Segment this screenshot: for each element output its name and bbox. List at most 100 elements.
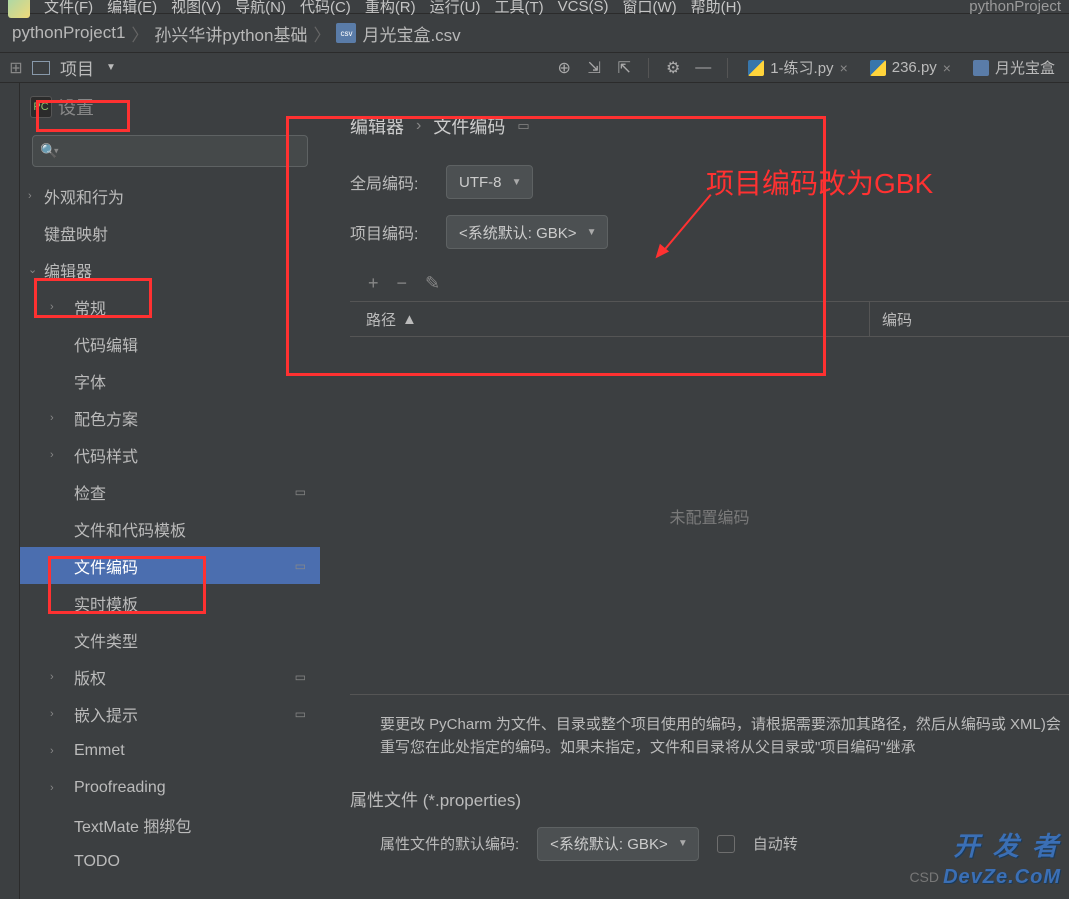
tree-item-label: 文件类型	[74, 628, 138, 652]
editor-tab[interactable]: 月光宝盒	[965, 53, 1063, 82]
menu-file[interactable]: 文件(F)	[44, 0, 93, 17]
chevron-icon: ›	[50, 412, 54, 424]
tree-item-label: 文件和代码模板	[74, 517, 186, 541]
chevron-down-icon: ▼	[512, 177, 522, 188]
project-toolbar: ⊞ 项目 ▼ ⊕ ⇲ ⇱ ⚙ — 1-练习.py × 236.py × 月光宝盒	[0, 53, 1069, 83]
breadcrumb-item[interactable]: 月光宝盒.csv	[362, 21, 460, 46]
settings-tree-item[interactable]: ›Proofreading	[20, 769, 320, 806]
auto-convert-checkbox[interactable]	[717, 835, 735, 853]
tree-item-label: 实时模板	[74, 591, 138, 615]
global-encoding-select[interactable]: UTF-8 ▼	[446, 165, 533, 199]
props-encoding-label: 属性文件的默认编码:	[380, 833, 519, 854]
minimize-icon[interactable]: —	[691, 56, 715, 80]
menu-tools[interactable]: 工具(T)	[494, 0, 543, 17]
tab-label: 1-练习.py	[770, 57, 833, 78]
tree-item-label: 版权	[74, 665, 106, 689]
tab-label: 236.py	[892, 59, 937, 76]
settings-tree-item[interactable]: ›版权▭	[20, 658, 320, 695]
project-selector[interactable]: 项目	[60, 55, 94, 80]
menu-vcs[interactable]: VCS(S)	[558, 0, 609, 15]
project-icon	[32, 61, 50, 75]
menu-code[interactable]: 代码(C)	[300, 0, 351, 17]
python-file-icon	[748, 60, 764, 76]
scope-badge-icon: ▭	[517, 118, 529, 134]
menu-nav[interactable]: 导航(N)	[235, 0, 286, 17]
tree-item-label: Emmet	[74, 742, 125, 760]
chevron-right-icon: ›	[416, 117, 421, 135]
settings-content: 编辑器 › 文件编码 ▭ 全局编码: UTF-8 ▼ 项目编码: <系统默认: …	[320, 83, 1069, 899]
settings-tree-item[interactable]: TextMate 捆绑包	[20, 806, 320, 843]
settings-tree-item[interactable]: 字体	[20, 362, 320, 399]
tree-item-label: 外观和行为	[44, 184, 124, 208]
chevron-icon: ›	[50, 708, 54, 720]
remove-icon[interactable]: −	[397, 273, 408, 294]
close-icon[interactable]: ×	[840, 60, 848, 76]
settings-tree-item[interactable]: 文件编码▭	[20, 547, 320, 584]
menu-run[interactable]: 运行(U)	[430, 0, 481, 17]
settings-tree-item[interactable]: 实时模板	[20, 584, 320, 621]
settings-tree-item[interactable]: ›外观和行为	[20, 177, 320, 214]
settings-tree-item[interactable]: 键盘映射	[20, 214, 320, 251]
menu-edit[interactable]: 编辑(E)	[107, 0, 157, 17]
collapse-icon[interactable]: ⇱	[612, 56, 636, 80]
editor-tab[interactable]: 236.py ×	[862, 55, 959, 80]
scope-badge-icon: ▭	[295, 559, 306, 573]
chevron-down-icon: ▾	[54, 146, 59, 157]
settings-tree-item[interactable]: › 常规	[20, 288, 320, 325]
chevron-icon: ›	[50, 671, 54, 683]
tree-item-label: 嵌入提示	[74, 702, 138, 726]
settings-tree-item[interactable]: 检查▭	[20, 473, 320, 510]
tree-item-label: TextMate 捆绑包	[74, 813, 191, 837]
settings-tree-item[interactable]: ›嵌入提示▭	[20, 695, 320, 732]
select-value: UTF-8	[459, 174, 502, 191]
help-text: 要更改 PyCharm 为文件、目录或整个项目使用的编码，请根据需要添加其路径，…	[350, 695, 1069, 778]
settings-sidebar: PC 设置 🔍 ▾ ›外观和行为键盘映射⌄编辑器›常规代码编辑字体›配色方案›代…	[20, 83, 320, 899]
divider	[727, 58, 728, 78]
select-value: <系统默认: GBK>	[459, 222, 577, 243]
target-icon[interactable]: ⊕	[552, 56, 576, 80]
breadcrumb-item[interactable]: 孙兴华讲python基础	[154, 21, 307, 46]
chevron-icon: ›	[50, 301, 54, 313]
menu-refactor[interactable]: 重构(R)	[365, 0, 416, 17]
breadcrumb: pythonProject1 〉 孙兴华讲python基础 〉 csv 月光宝盒…	[0, 13, 1069, 53]
project-encoding-select[interactable]: <系统默认: GBK> ▼	[446, 215, 608, 249]
table-col-path[interactable]: 路径 ▲	[350, 309, 869, 330]
select-value: <系统默认: GBK>	[550, 833, 668, 854]
add-icon[interactable]: +	[368, 273, 379, 294]
settings-tree-item[interactable]: › Emmet	[20, 732, 320, 769]
chevron-icon: ›	[50, 745, 54, 757]
pycharm-icon: PC	[30, 96, 52, 118]
settings-tree-item[interactable]: 文件类型	[20, 621, 320, 658]
edit-icon[interactable]: ✎	[425, 273, 440, 294]
csv-file-icon	[973, 60, 989, 76]
menu-help[interactable]: 帮助(H)	[691, 0, 742, 17]
tab-label: 月光宝盒	[995, 57, 1055, 78]
tree-item-label: 常规	[74, 295, 106, 319]
app-logo-icon	[8, 0, 30, 18]
editor-tab[interactable]: 1-练习.py ×	[740, 53, 856, 82]
settings-title: 设置	[58, 94, 94, 120]
content-breadcrumb-a: 编辑器	[350, 113, 404, 139]
tree-item-label: 检查	[74, 480, 106, 504]
tool-window-icon[interactable]: ⊞	[6, 53, 26, 83]
global-encoding-label: 全局编码:	[350, 170, 434, 194]
settings-search-input[interactable]	[32, 135, 308, 167]
divider	[648, 58, 649, 78]
settings-tree-item[interactable]: 文件和代码模板	[20, 510, 320, 547]
expand-icon[interactable]: ⇲	[582, 56, 606, 80]
close-icon[interactable]: ×	[943, 60, 951, 76]
settings-tree: ›外观和行为键盘映射⌄编辑器›常规代码编辑字体›配色方案›代码样式检查▭文件和代…	[20, 177, 320, 899]
props-encoding-select[interactable]: <系统默认: GBK> ▼	[537, 827, 699, 861]
menu-view[interactable]: 视图(V)	[171, 0, 221, 17]
chevron-down-icon[interactable]: ▼	[106, 62, 116, 73]
settings-tree-item[interactable]: ›代码样式	[20, 436, 320, 473]
settings-tree-item[interactable]: ⌄编辑器	[20, 251, 320, 288]
gear-icon[interactable]: ⚙	[661, 56, 685, 80]
breadcrumb-item[interactable]: pythonProject1	[12, 23, 125, 43]
settings-tree-item[interactable]: TODO	[20, 843, 320, 880]
menu-window[interactable]: 窗口(W)	[622, 0, 676, 17]
settings-tree-item[interactable]: 代码编辑	[20, 325, 320, 362]
table-col-encoding[interactable]: 编码	[869, 302, 1069, 336]
settings-tree-item[interactable]: ›配色方案	[20, 399, 320, 436]
main-menu: 文件(F) 编辑(E) 视图(V) 导航(N) 代码(C) 重构(R) 运行(U…	[0, 0, 1069, 13]
